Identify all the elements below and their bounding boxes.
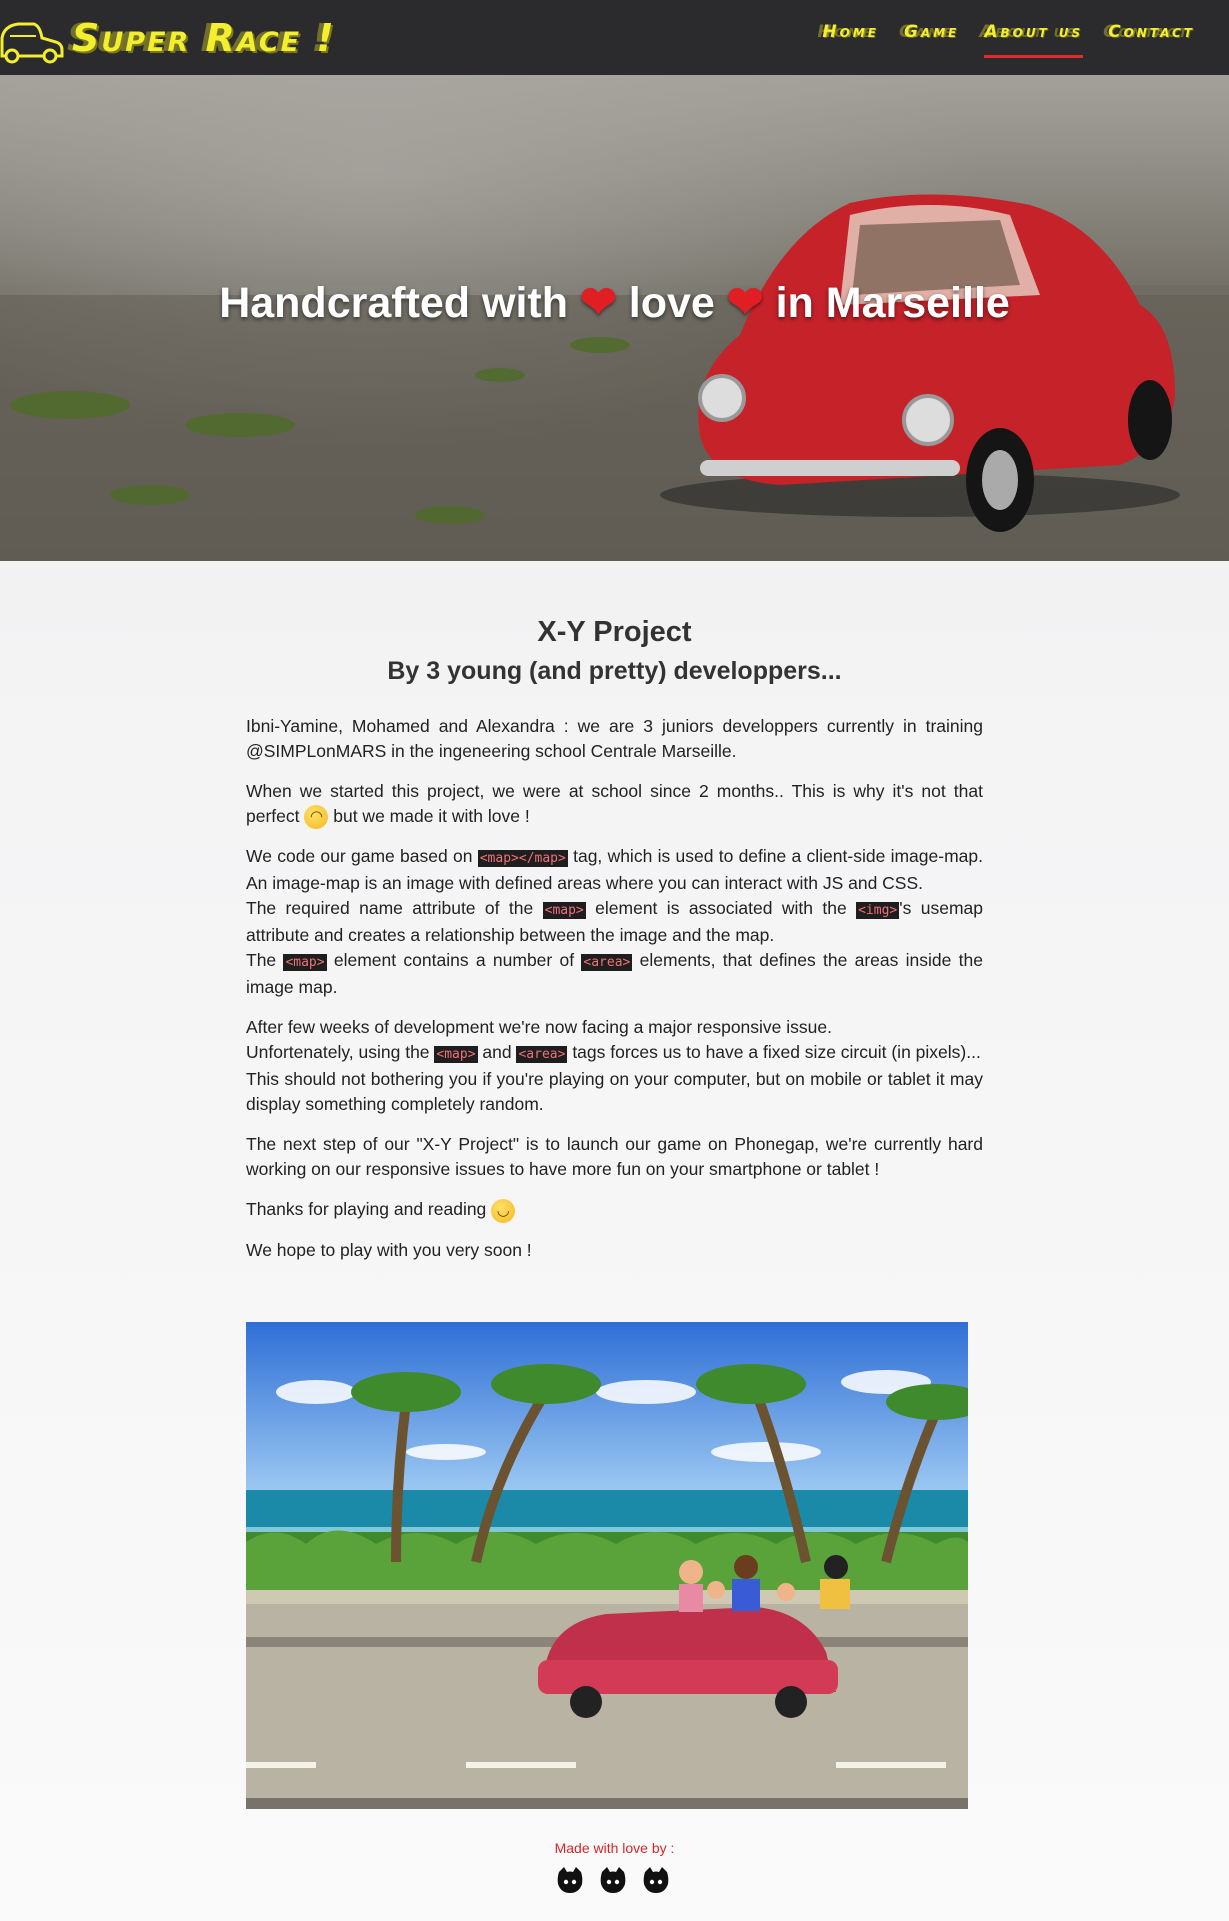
retro-game-scene [246, 1322, 968, 1809]
paragraph-next-step: The next step of our "X-Y Project" is to… [246, 1134, 983, 1180]
hero-banner: Handcrafted with ❤ love ❤ in Marseille [0, 75, 1229, 561]
text: and [477, 1042, 517, 1063]
game-screenshot [246, 1322, 968, 1809]
text: Unfortenately, using the [246, 1042, 435, 1063]
hero-title-text-2: love [616, 279, 727, 327]
main-nav: Home Game About us Contact [822, 20, 1195, 58]
page-title: X-Y Project [537, 616, 692, 648]
brand-name: Super Race ! [72, 16, 336, 60]
github-icon[interactable] [641, 1866, 671, 1894]
page-subtitle: By 3 young (and pretty) developpers... [387, 657, 842, 685]
navbar: Super Race ! Home Game About us Contact [0, 0, 1229, 75]
code-snippet: <area> [516, 1046, 568, 1064]
github-icon[interactable] [555, 1866, 585, 1894]
hero-title-text-1: Handcrafted with [219, 279, 580, 327]
text: The required name attribute of the [246, 898, 543, 919]
author-links [555, 1866, 671, 1894]
upside-down-face-icon: ◠ [304, 805, 329, 830]
nav-home[interactable]: Home [822, 20, 879, 58]
hero-title-text-3: in Marseille [763, 279, 1010, 327]
about-content: X-Y Project By 3 young (and pretty) deve… [246, 616, 983, 1278]
code-snippet: <map> [283, 954, 327, 972]
nav-game[interactable]: Game [904, 20, 959, 58]
paragraph-hope: We hope to play with you very soon ! [246, 1239, 532, 1260]
github-icon[interactable] [598, 1866, 628, 1894]
paragraph-map-tag: We code our game based on <map></map> ta… [246, 844, 983, 1000]
winking-face-icon: ◡ [491, 1198, 516, 1223]
heart-icon: ❤ [726, 278, 764, 327]
paragraph-responsive: After few weeks of development we're now… [246, 1015, 983, 1117]
text: After few weeks of development we're now… [246, 1017, 832, 1038]
paragraph-thanks: Thanks for playing and reading ◡ [246, 1197, 983, 1223]
footer-credit: Made with love by : [554, 1840, 675, 1856]
text: element contains a number of [326, 950, 582, 971]
text: The [246, 950, 284, 971]
code-snippet: <map> [434, 1046, 478, 1064]
heart-icon: ❤ [579, 278, 617, 327]
text: but we made it with love ! [328, 806, 530, 826]
paragraph-intro: Ibni-Yamine, Mohamed and Alexandra : we … [246, 716, 983, 761]
brand-logo[interactable]: Super Race ! [0, 4, 400, 72]
nav-about-us[interactable]: About us [984, 20, 1083, 58]
code-snippet: <img> [856, 902, 900, 920]
text: element is associated with the [585, 898, 857, 919]
text: tags forces us to have a fixed size circ… [567, 1042, 981, 1063]
paragraph-start: When we started this project, we were at… [246, 779, 983, 830]
car-logo-icon [0, 22, 64, 64]
hero-title: Handcrafted with ❤ love ❤ in Marseille [0, 277, 1229, 328]
code-snippet: <map> [542, 902, 586, 920]
text: Thanks for playing and reading [246, 1199, 492, 1220]
code-snippet: <map></map> [477, 850, 568, 868]
code-snippet: <area> [581, 954, 633, 972]
text: We code our game based on [246, 846, 478, 867]
text: This should not bothering you if you're … [246, 1069, 983, 1115]
nav-contact[interactable]: Contact [1108, 20, 1195, 58]
